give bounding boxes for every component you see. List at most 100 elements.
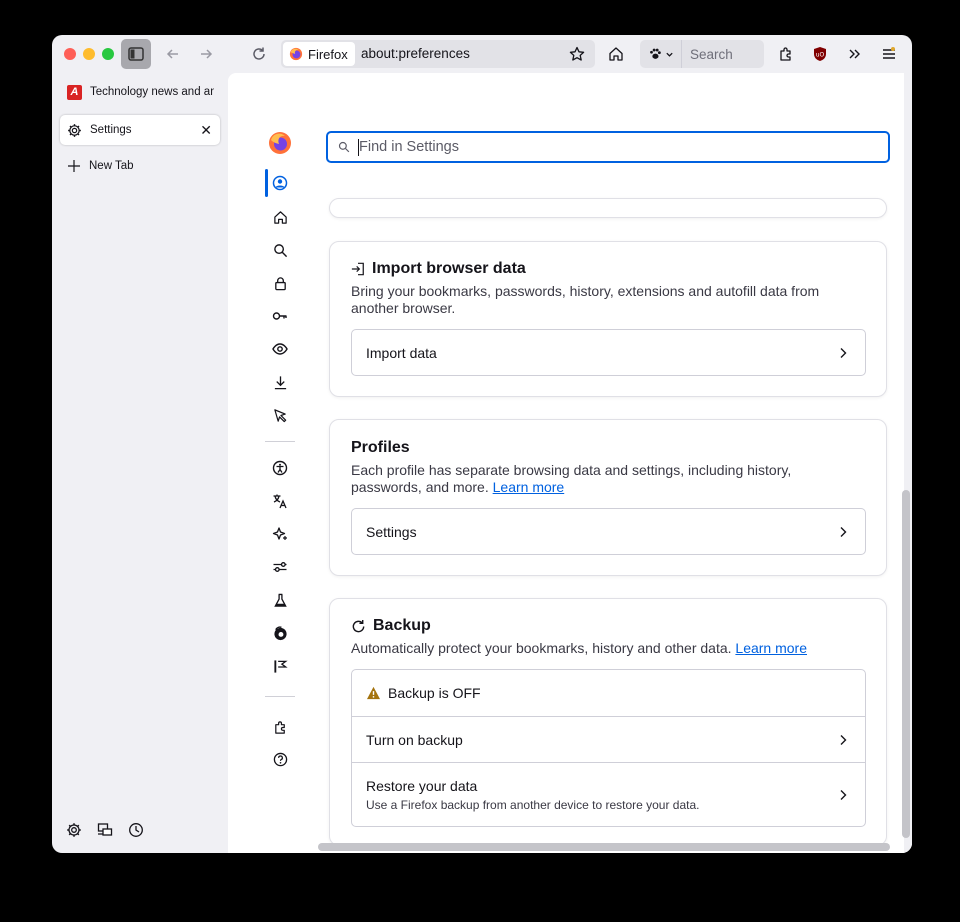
customize-sidebar-button[interactable]	[66, 822, 84, 840]
backup-refresh-icon	[352, 619, 365, 632]
category-downloads[interactable]	[264, 368, 296, 396]
app-menu-button[interactable]	[875, 40, 903, 68]
cursor-icon	[273, 408, 286, 422]
profiles-heading: Profiles	[351, 439, 410, 457]
category-passwords[interactable]	[264, 302, 296, 330]
category-home[interactable]	[264, 203, 296, 231]
puzzle-icon	[780, 47, 791, 61]
search-box[interactable]: Search	[640, 40, 764, 68]
turn-on-backup-button[interactable]: Turn on backup	[352, 716, 865, 762]
chevron-right-icon	[840, 790, 847, 800]
backup-box: Backup is OFF Turn on backup Restore you…	[351, 669, 866, 827]
category-search[interactable]	[264, 236, 296, 264]
category-mozilla[interactable]	[264, 652, 296, 680]
category-permissions[interactable]	[264, 335, 296, 363]
category-accessibility[interactable]	[264, 454, 296, 482]
sidebar-toggle-button[interactable]	[121, 39, 151, 69]
close-window-button[interactable]	[64, 48, 76, 60]
category-browsing[interactable]	[264, 401, 296, 429]
mozilla-flag-icon	[273, 659, 288, 673]
synced-tabs-button[interactable]	[97, 822, 115, 840]
paw-icon	[649, 48, 661, 59]
home-button[interactable]	[602, 40, 630, 68]
firefox-logo	[264, 129, 296, 157]
tab-title: Technology news and analysis	[90, 86, 214, 98]
zoom-window-button[interactable]	[102, 48, 114, 60]
tab-technology-news[interactable]: A Technology news and analysis	[60, 77, 220, 107]
backup-title: Backup	[373, 617, 431, 634]
category-firefox-more[interactable]	[264, 619, 296, 647]
reload-button[interactable]	[245, 40, 273, 68]
profiles-title: Profiles	[351, 439, 410, 456]
arrow-left-icon	[166, 49, 178, 59]
firefox-mono-icon	[273, 625, 287, 640]
extensions-themes-link[interactable]	[264, 713, 296, 741]
turn-on-backup-label: Turn on backup	[366, 731, 463, 748]
minimize-window-button[interactable]	[83, 48, 95, 60]
backup-section: Backup Automatically protect your bookma…	[329, 598, 887, 846]
double-chevron-right-icon	[849, 49, 860, 59]
new-tab-button[interactable]: New Tab	[60, 151, 220, 181]
forward-button[interactable]	[192, 40, 220, 68]
star-icon	[569, 46, 585, 61]
backup-description-text: Automatically protect your bookmarks, hi…	[351, 640, 732, 656]
import-browser-data-section: Import browser data Bring your bookmarks…	[329, 241, 887, 397]
account-icon	[272, 175, 288, 191]
home-icon	[609, 47, 623, 61]
bookmark-star-button[interactable]	[563, 40, 591, 68]
url-text[interactable]: about:preferences	[361, 46, 470, 61]
arrow-right-icon	[201, 49, 213, 59]
find-in-settings[interactable]	[326, 131, 890, 163]
vertical-scrollbar[interactable]	[902, 490, 910, 838]
support-link[interactable]	[264, 745, 296, 773]
back-button[interactable]	[159, 40, 187, 68]
new-tab-label: New Tab	[89, 160, 134, 172]
category-general-settings[interactable]	[264, 553, 296, 581]
tab-settings[interactable]: Settings ✕	[60, 115, 220, 145]
profiles-settings-box: Settings	[351, 508, 866, 555]
accessibility-icon	[272, 460, 288, 476]
find-in-settings-input[interactable]	[359, 139, 839, 155]
firefox-logo-icon	[289, 47, 303, 61]
close-tab-button[interactable]: ✕	[200, 122, 212, 139]
ublock-button[interactable]: uO	[806, 40, 834, 68]
profiles-description-text: Each profile has separate browsing data …	[351, 462, 792, 495]
chevron-down-icon	[665, 52, 673, 57]
identity-label: Firefox	[308, 46, 348, 62]
import-data-button[interactable]: Import data	[352, 330, 865, 375]
search-placeholder: Search	[690, 46, 733, 62]
sparkle-icon	[272, 527, 287, 540]
category-sync[interactable]	[264, 169, 296, 197]
url-bar[interactable]: Firefox about:preferences	[281, 40, 595, 68]
category-separator	[265, 696, 295, 697]
chevron-right-icon	[840, 347, 847, 358]
history-button[interactable]	[128, 822, 146, 840]
gear-icon	[68, 123, 81, 137]
overflow-menu-button[interactable]	[841, 40, 869, 68]
profiles-learn-more-link[interactable]: Learn more	[493, 479, 565, 495]
import-data-box: Import data	[351, 329, 866, 376]
profiles-settings-button[interactable]: Settings	[352, 509, 865, 554]
restore-data-button[interactable]: Restore your data Use a Firefox backup f…	[352, 762, 865, 826]
hamburger-icon	[883, 47, 895, 59]
identity-box[interactable]: Firefox	[283, 42, 355, 66]
horizontal-scrollbar[interactable]	[318, 843, 890, 851]
warning-icon	[366, 686, 381, 700]
search-icon	[273, 243, 287, 257]
reload-icon	[253, 47, 265, 60]
category-experimental[interactable]	[264, 586, 296, 614]
category-ai[interactable]	[264, 520, 296, 548]
import-icon	[351, 262, 364, 276]
extensions-button[interactable]	[772, 40, 800, 68]
category-language[interactable]	[264, 487, 296, 515]
home-icon	[273, 210, 287, 224]
search-engine-selector[interactable]	[640, 40, 682, 68]
search-icon	[338, 141, 350, 153]
svg-text:uO: uO	[816, 52, 825, 59]
import-section-heading: Import browser data	[351, 260, 526, 278]
help-icon	[273, 752, 287, 766]
profiles-section: Profiles Each profile has separate brows…	[329, 419, 887, 576]
backup-learn-more-link[interactable]: Learn more	[735, 640, 807, 656]
category-privacy[interactable]	[264, 269, 296, 297]
site-favicon-icon: A	[67, 84, 82, 100]
